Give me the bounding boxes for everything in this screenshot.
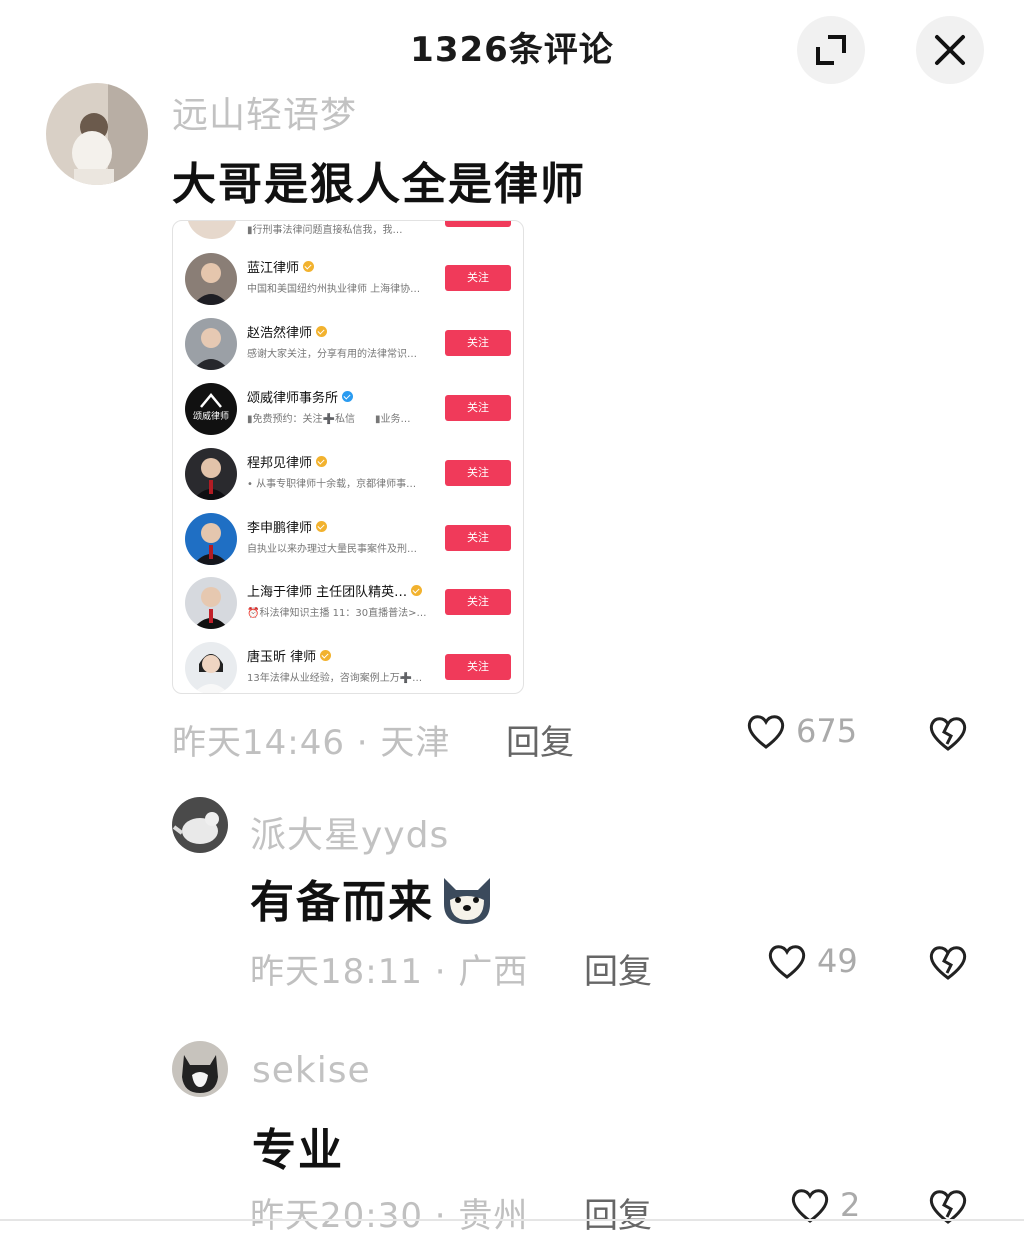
lawyer-row: 赵浩然律师 感谢大家关注，分享有用的法律常识… 关注: [173, 314, 523, 374]
expand-button[interactable]: [797, 16, 865, 84]
dislike-button[interactable]: [928, 1187, 968, 1229]
lawyer-desc: ⏰科法律知识主播 11：30直播普法>…: [247, 608, 427, 619]
lawyer-desc: 感谢大家关注，分享有用的法律常识…: [247, 349, 417, 360]
comment-text: 大哥是狠人全是律师: [172, 159, 586, 210]
lawyer-avatar: [185, 642, 237, 693]
verified-badge-icon: [411, 585, 423, 596]
verified-badge-icon: [316, 456, 328, 467]
comment-meta: 昨天14:46 · 天津: [172, 723, 451, 763]
comment-meta: 昨天18:11 · 广西: [250, 952, 529, 992]
follow-button: 关注: [445, 525, 511, 551]
avatar[interactable]: [46, 83, 148, 185]
follow-button: 关注: [445, 589, 511, 615]
close-icon: [935, 35, 965, 65]
verified-badge-icon: [316, 326, 328, 337]
lawyer-desc: ▮免费预约：关注➕私信 ▮业务…: [247, 414, 411, 425]
avatar[interactable]: [172, 797, 228, 853]
dislike-button[interactable]: [928, 714, 968, 756]
follow-button: 关注: [445, 460, 511, 486]
lawyer-name: 程邦见律师: [247, 452, 328, 471]
heart-icon: [768, 945, 806, 979]
lawyer-row: 唐玉昕 律师 13年法律从业经验，咨询案例上万➕… 关注: [173, 638, 523, 693]
like-button[interactable]: 49: [767, 942, 858, 980]
comment-text: 专业: [252, 1125, 344, 1176]
username[interactable]: 远山轻语梦: [172, 86, 357, 138]
lawyer-avatar: [185, 318, 237, 370]
svg-text:颂威律师: 颂威律师: [193, 410, 229, 422]
close-button[interactable]: [916, 16, 984, 84]
lawyer-desc: • 从事专职律师十余载，京都律师事…: [247, 479, 417, 490]
lawyer-avatar: 颂威律师: [185, 383, 237, 435]
lawyer-avatar: [185, 513, 237, 565]
broken-heart-icon: [929, 946, 967, 980]
lawyer-name: 上海于律师 主任团队精英…: [247, 581, 423, 600]
lawyer-name: 蓝江律师: [247, 257, 315, 276]
reply-button[interactable]: 回复: [506, 715, 574, 764]
comment-meta: 昨天20:30 · 贵州: [250, 1196, 529, 1236]
verified-badge-icon: [316, 521, 328, 532]
lawyer-row: 颂威律师 颂威律师事务所 ▮免费预约：关注➕私信 ▮业务… 关注: [173, 379, 523, 439]
lawyer-name: 赵浩然律师: [247, 322, 328, 341]
follow-button: [445, 221, 511, 227]
lawyer-avatar: [185, 577, 237, 629]
verified-badge-icon: [320, 650, 332, 661]
like-button[interactable]: 675: [746, 712, 857, 750]
follow-button: 关注: [445, 265, 511, 291]
lawyer-desc: 自执业以来办理过大量民事案件及刑…: [247, 544, 417, 555]
dislike-button[interactable]: [928, 943, 968, 985]
reply-button[interactable]: 回复: [584, 1188, 652, 1237]
lawyer-name: 李申鹏律师: [247, 517, 328, 536]
lawyer-row: 李申鹏律师 自执业以来办理过大量民事案件及刑… 关注: [173, 509, 523, 569]
lawyer-avatar: [185, 253, 237, 305]
avatar[interactable]: [172, 1041, 228, 1097]
like-count: 675: [796, 712, 858, 750]
lawyer-row: 上海于律师 主任团队精英… ⏰科法律知识主播 11：30直播普法>… 关注: [173, 573, 523, 633]
lawyer-row: 程邦见律师 • 从事专职律师十余载，京都律师事… 关注: [173, 444, 523, 504]
like-count: 49: [817, 942, 858, 980]
lawyer-avatar: [185, 448, 237, 500]
username[interactable]: sekise: [252, 1050, 371, 1091]
lawyer-name: 唐玉昕 律师: [247, 646, 332, 665]
heart-icon: [747, 715, 785, 749]
reply-button[interactable]: 回复: [584, 944, 652, 993]
verified-badge-icon: [342, 391, 354, 402]
lawyer-desc: 中国和美国纽约州执业律师 上海律协…: [247, 284, 421, 295]
verified-badge-icon: [303, 261, 315, 272]
username[interactable]: 派大星yyds: [250, 806, 449, 858]
expand-icon: [816, 35, 846, 65]
doge-emoji-icon: [444, 878, 490, 924]
lawyer-desc: 13年法律从业经验，咨询案例上万➕…: [247, 673, 423, 684]
comment-image[interactable]: ▮行刑事法律问题直接私信我，我… 蓝江律师 中国和美国纽约州执业律师 上海律协……: [172, 220, 524, 694]
follow-button: 关注: [445, 330, 511, 356]
lawyer-name: 颂威律师事务所: [247, 387, 354, 406]
comment-text: 有备而来: [250, 866, 496, 930]
follow-button: 关注: [445, 395, 511, 421]
follow-button: 关注: [445, 654, 511, 680]
lawyer-row: 蓝江律师 中国和美国纽约州执业律师 上海律协… 关注: [173, 249, 523, 309]
broken-heart-icon: [929, 717, 967, 751]
divider: [0, 1219, 1024, 1221]
comments-count-title: 1326条评论: [410, 30, 614, 70]
